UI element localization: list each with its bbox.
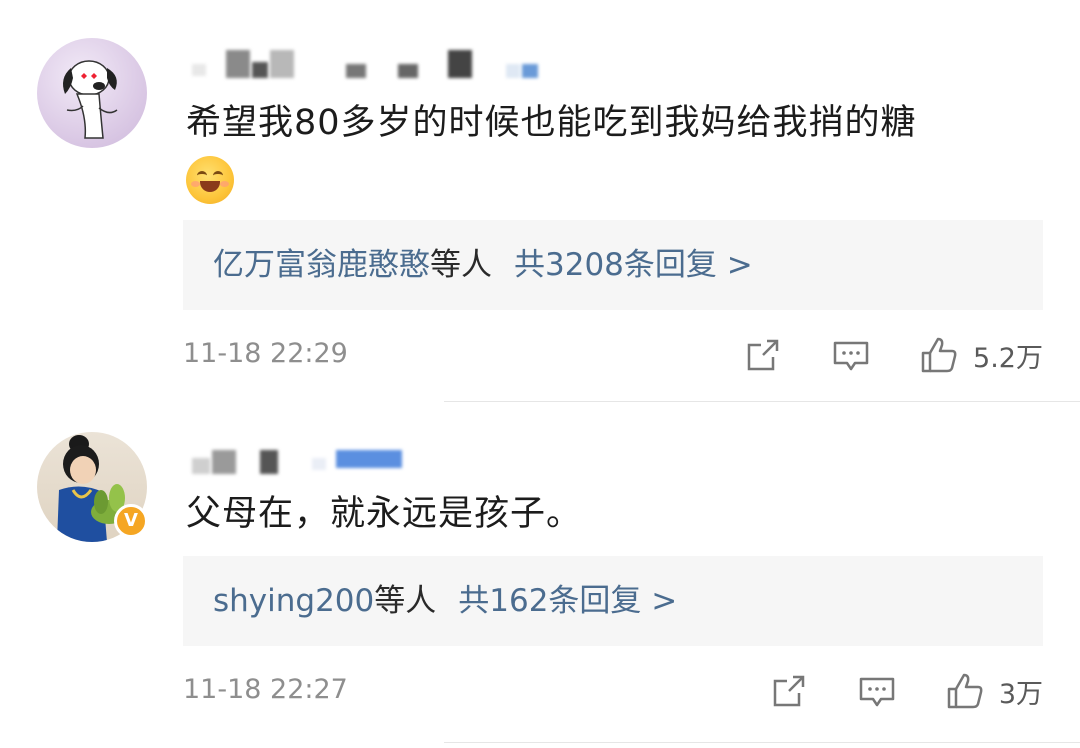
reply-count-link[interactable]: 共3208条回复 > <box>514 247 753 283</box>
hug-emoji-icon <box>186 156 234 204</box>
divider <box>444 401 1080 402</box>
share-icon[interactable] <box>769 671 809 711</box>
comment-meta: 11-18 22:27 3万 <box>183 666 1043 716</box>
comment-actions: 3万 <box>769 666 1043 716</box>
comment-text: 父母在，就永远是孩子。 <box>186 486 1020 542</box>
avatar[interactable] <box>37 38 147 148</box>
reply-icon[interactable] <box>831 335 871 375</box>
reply-users[interactable]: 亿万富翁鹿憨憨 <box>213 247 430 283</box>
replies-summary[interactable]: 亿万富翁鹿憨憨等人 共3208条回复 > <box>183 220 1043 310</box>
reply-users-suffix: 等人 <box>430 247 492 283</box>
reply-users[interactable]: shying200 <box>213 583 374 619</box>
comment-text-content: 希望我80多岁的时候也能吃到我妈给我捎的糖 <box>186 103 917 143</box>
comment-time: 11-18 22:27 <box>183 674 348 705</box>
comment-text: 希望我80多岁的时候也能吃到我妈给我捎的糖 <box>186 95 1020 207</box>
reply-icon[interactable] <box>857 671 897 711</box>
like-icon[interactable] <box>919 335 959 375</box>
comment-time: 11-18 22:29 <box>183 338 348 369</box>
comment-item: 希望我80多岁的时候也能吃到我妈给我捎的糖 亿万富翁鹿憨憨等人 共3208条回复 … <box>0 0 1080 404</box>
comment-item: V 父母在，就永远是孩子。 shying200等人 共162条回复 > 11-18… <box>0 404 1080 748</box>
comment-text-content: 父母在，就永远是孩子。 <box>186 494 583 534</box>
comment-meta: 11-18 22:29 5.2万 <box>183 330 1043 380</box>
reply-count-link[interactable]: 共162条回复 > <box>458 583 677 619</box>
like-icon[interactable] <box>945 671 985 711</box>
comment-actions: 5.2万 <box>743 330 1043 380</box>
like-count: 5.2万 <box>973 342 1043 374</box>
replies-summary[interactable]: shying200等人 共162条回复 > <box>183 556 1043 646</box>
verified-badge: V <box>114 504 148 538</box>
share-icon[interactable] <box>743 335 783 375</box>
snoopy-avatar-image <box>63 60 118 139</box>
reply-users-suffix: 等人 <box>374 583 437 619</box>
divider <box>444 742 1080 743</box>
like-count: 3万 <box>998 678 1043 710</box>
